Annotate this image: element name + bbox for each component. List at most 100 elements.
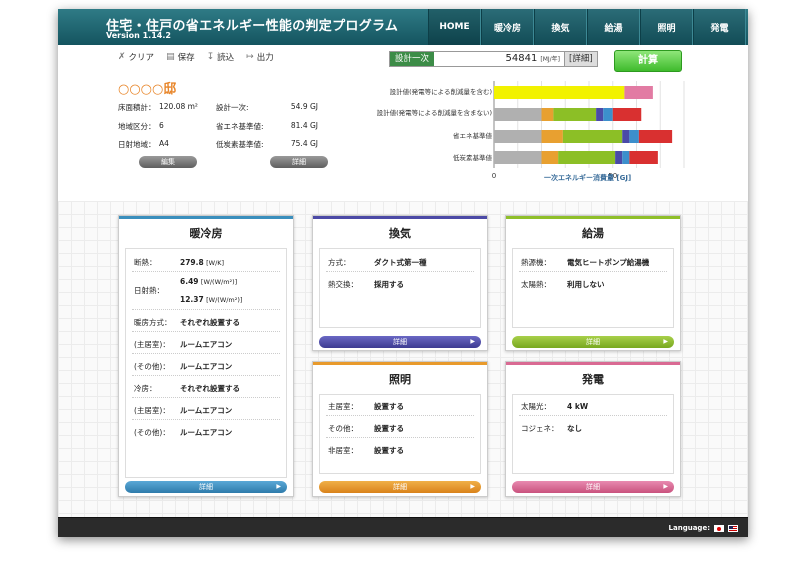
detail-label: 詳細 xyxy=(199,483,213,491)
chart-bar-segment xyxy=(494,130,542,143)
japan-flag-icon[interactable] xyxy=(714,524,724,532)
calculate-button[interactable]: 計算 xyxy=(614,50,682,72)
lowcarbon-label: 低炭素基準値: xyxy=(216,140,264,149)
hotwater-panel-title: 給湯 xyxy=(582,227,604,240)
row-unit: [W/(W/m²)] xyxy=(200,278,238,286)
output-icon: ↦ xyxy=(246,52,254,62)
output-button[interactable]: ↦ 出力 xyxy=(246,51,274,63)
clear-button[interactable]: ✗ クリア xyxy=(118,51,154,63)
hotwater-detail-button[interactable]: 詳細 ▶ xyxy=(512,336,674,348)
energy-chart: 設計値(発電等による削減量を含む) 設計値(発電等による削減量を含まない) 省エ… xyxy=(328,75,688,195)
design-detail-button[interactable]: [詳細] xyxy=(564,52,597,66)
edit-button[interactable]: 編集 xyxy=(139,156,197,168)
tab-ventilation[interactable]: 換気 xyxy=(534,9,587,45)
row-value: ダクト式第一種 xyxy=(374,258,427,267)
row-value: それぞれ設置する xyxy=(180,384,240,393)
app-window: 住宅・住戸の省エネルギー性能の判定プログラム Version 1.14.2 HO… xyxy=(58,9,748,537)
load-icon: ↧ xyxy=(206,52,215,62)
chart-bar-segment xyxy=(615,151,623,164)
row-divider xyxy=(519,271,667,272)
row-label: (主居室)： xyxy=(134,406,170,415)
tab-heating[interactable]: 暖冷房 xyxy=(481,9,534,45)
detail-label: 詳細 xyxy=(586,483,600,491)
row-divider xyxy=(132,353,280,354)
lighting-row-nonliving: 非居室： 設置する xyxy=(328,445,404,456)
row-divider xyxy=(326,437,474,438)
ventilation-detail-button[interactable]: 詳細 ▶ xyxy=(319,336,481,348)
house-name: ○○○○邸 xyxy=(118,82,177,97)
summary-area: 暖冷房 断熱： 279.8 [W/K] 6.49 [W/(W/m²)] 日射熱： … xyxy=(58,201,748,517)
chart-bar-segment xyxy=(629,130,639,143)
row-label: (その他)： xyxy=(134,362,170,371)
chart-bar-segment xyxy=(596,108,604,121)
region-label: 地域区分： xyxy=(118,122,156,131)
save-button[interactable]: ▤ 保存 xyxy=(166,51,195,63)
design-energy-value: 54841 [MJ/年] xyxy=(434,52,565,66)
hotwater-row-solar: 太陽熱： 利用しない xyxy=(521,279,605,290)
chart-bar-segment xyxy=(622,151,630,164)
cooling-row-method: 冷房： それぞれ設置する xyxy=(134,383,240,394)
heating-row-solar-2: 12.37 [W/(W/m²)] xyxy=(134,295,242,304)
tab-home[interactable]: HOME xyxy=(428,9,481,45)
row-value: ルームエアコン xyxy=(180,428,233,437)
row-label: 冷房： xyxy=(134,384,157,393)
chart-bar-segment xyxy=(622,130,630,143)
row-label: (主居室)： xyxy=(134,340,170,349)
chart-bar-segment xyxy=(629,151,658,164)
row-value: 電気ヒートポンプ給湯機 xyxy=(567,258,650,267)
hotwater-panel-accent xyxy=(506,216,680,219)
ventilation-panel-title: 換気 xyxy=(389,227,411,240)
heating-row-insulation: 断熱： 279.8 [W/K] xyxy=(134,257,224,268)
language-label: Language: xyxy=(668,524,710,532)
row-divider xyxy=(326,271,474,272)
chart-bar-segment xyxy=(612,108,642,121)
arrow-right-icon: ▶ xyxy=(663,483,668,490)
floor-area-label: 床面積計： xyxy=(118,103,156,112)
load-label: 読込 xyxy=(217,53,235,63)
heating-detail-button[interactable]: 詳細 ▶ xyxy=(125,481,287,493)
chart-bar-segment xyxy=(624,86,653,99)
generation-panel-accent xyxy=(506,362,680,365)
standard-label: 省エネ基準値: xyxy=(216,122,264,131)
house-detail-button[interactable]: 詳細 xyxy=(270,156,328,168)
us-flag-icon[interactable] xyxy=(728,524,738,532)
chart-bar-segment xyxy=(638,130,673,143)
row-value: 設置する xyxy=(374,424,404,433)
row-value: 6.49 xyxy=(180,277,199,286)
hotwater-row-source: 熱源機： 電気ヒートポンプ給湯機 xyxy=(521,257,649,268)
hotwater-panel-body: 熱源機： 電気ヒートポンプ給湯機 太陽熱： 利用しない xyxy=(512,248,674,328)
generation-panel: 発電 太陽光： 4 kW コジェネ： なし 詳細 ▶ xyxy=(505,361,681,497)
row-value: 4 kW xyxy=(567,402,589,411)
ventilation-row-method: 方式： ダクト式第一種 xyxy=(328,257,427,268)
row-divider xyxy=(326,415,474,416)
detail-label: 詳細 xyxy=(393,483,407,491)
lighting-panel-body: 主居室： 設置する その他： 設置する 非居室： 設置する xyxy=(319,394,481,474)
lowcarbon-value: 75.4 GJ xyxy=(290,139,318,148)
tab-lighting[interactable]: 照明 xyxy=(640,9,693,45)
chart-bar-segment xyxy=(494,86,625,99)
heating-panel-accent xyxy=(119,216,293,219)
row-divider xyxy=(132,419,280,420)
row-unit: [W/K] xyxy=(206,259,225,267)
tab-generation[interactable]: 発電 xyxy=(693,9,746,45)
sun-region-value: A4 xyxy=(159,139,169,148)
tab-hotwater[interactable]: 給湯 xyxy=(587,9,640,45)
app-version: Version 1.14.2 xyxy=(106,31,171,40)
footer-bar: Language: xyxy=(58,517,748,537)
heating-row-main: (主居室)： ルームエアコン xyxy=(134,339,232,350)
lighting-detail-button[interactable]: 詳細 ▶ xyxy=(319,481,481,493)
chart-bar-segment xyxy=(558,151,616,164)
row-divider xyxy=(132,309,280,310)
design-primary-label: 設計一次: xyxy=(216,103,249,112)
chart-x-axis-label: 一次エネルギー消費量 [GJ] xyxy=(544,174,632,182)
design-energy-box: 設計一次 54841 [MJ/年] [詳細] xyxy=(389,51,598,67)
output-label: 出力 xyxy=(256,53,274,63)
row-label: (その他)： xyxy=(134,428,170,437)
row-label: 太陽光： xyxy=(521,402,551,411)
ventilation-panel-body: 方式： ダクト式第一種 熱交換： 採用する xyxy=(319,248,481,328)
row-label: 主居室： xyxy=(328,402,358,411)
generation-row-cogen: コジェネ： なし xyxy=(521,423,582,434)
chart-bar-segment xyxy=(541,108,554,121)
load-button[interactable]: ↧ 読込 xyxy=(207,51,235,63)
generation-detail-button[interactable]: 詳細 ▶ xyxy=(512,481,674,493)
